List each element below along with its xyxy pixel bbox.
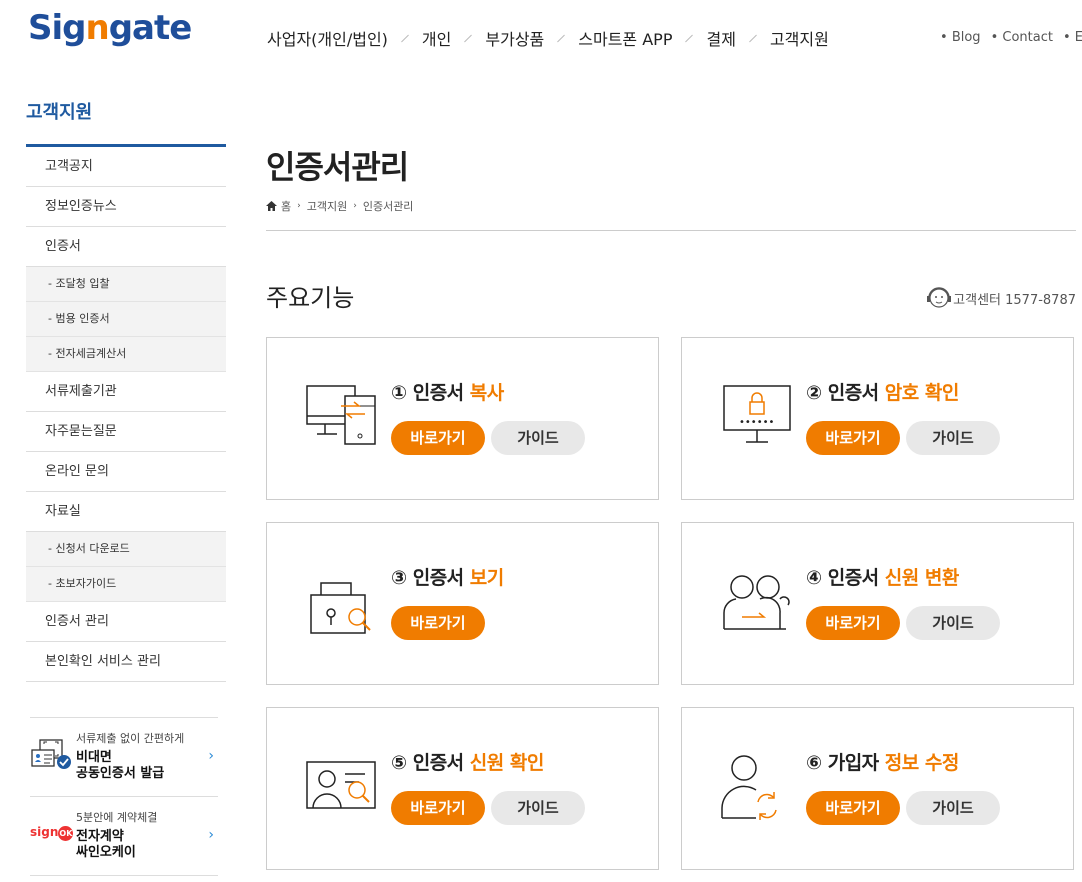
english-link[interactable]: Eng [1063,30,1082,45]
sign-ok-logo: signOK [30,825,74,841]
breadcrumb-support[interactable]: 고객지원 [307,198,347,214]
utility-links: Blog Contact Eng [940,30,1082,45]
contact-link[interactable]: Contact [991,30,1053,45]
feature-title: ① 인증서 복사 [391,382,504,404]
banner-online-cert[interactable]: 서류제출 없이 간편하게 비대면 공동인증서 발급 › [30,717,218,796]
sidebar-menu: 고객공지 정보인증뉴스 인증서 - 조달청 입찰 - 범용 인증서 - 전자세금계산서 서류… [26,144,226,682]
nav-payment[interactable]: 결제 [706,26,735,50]
sidebar-item[interactable]: - 신청서 다운로드 [26,532,226,567]
sidebar: 고객지원 고객공지 정보인증뉴스 인증서 - 조달청 입찰 - 범용 인증서 - 전자세금… [26,98,226,682]
svg-text:••••••: •••••• [739,417,774,428]
sidebar-item[interactable]: - 범용 인증서 [26,302,226,337]
feature-card: ① 인증서 복사바로가기 가이드 [266,337,659,500]
sidebar-item[interactable]: 고객공지 [26,147,226,187]
sidebar-item[interactable]: 온라인 문의 [26,452,226,492]
nav-business[interactable]: 사업자(개인/법인) [267,26,388,50]
nav-personal[interactable]: 개인 [422,26,451,50]
home-icon[interactable] [266,201,277,211]
feature-card: ④ 인증서 신원 변환바로가기 가이드 [681,522,1074,685]
banner-big-text: 전자계약 싸인오케이 [76,829,136,860]
sidebar-item[interactable]: 인증서 [26,227,226,267]
sidebar-item[interactable]: 인증서 관리 [26,602,226,642]
site-header: Signgate 사업자(개인/법인) 개인 부가상품 스마트폰 APP 결제 … [0,0,1082,80]
banner-small-text: 서류제출 없이 간편하게 [76,732,185,745]
go-button[interactable]: 바로가기 [391,606,485,640]
guide-button[interactable]: 가이드 [906,791,1000,825]
id-card-check-icon [31,739,71,769]
nav-smartphone-app[interactable]: 스마트폰 APP [578,26,672,50]
identity-transfer-icon [723,575,790,630]
user-refresh-icon [721,755,777,820]
chevron-right-icon: › [208,748,214,764]
nav-support[interactable]: 고객지원 [770,26,829,50]
go-button[interactable]: 바로가기 [391,421,485,455]
feature-title: ③ 인증서 보기 [391,567,504,589]
section-title: 주요기능 [266,284,355,312]
feature-title: ④ 인증서 신원 변환 [806,567,959,589]
chevron-right-icon: › [208,827,214,843]
signgate-logo[interactable]: Signgate [28,8,192,48]
feature-title: ② 인증서 암호 확인 [806,382,959,404]
go-button[interactable]: 바로가기 [806,421,900,455]
page-title: 인증서관리 [266,148,409,186]
feature-title: ⑥ 가입자 정보 수정 [806,752,959,774]
sidebar-item[interactable]: - 조달청 입찰 [26,267,226,302]
sidebar-item[interactable]: - 전자세금계산서 [26,337,226,372]
go-button[interactable]: 바로가기 [806,791,900,825]
sidebar-title: 고객지원 [26,102,93,123]
banner-big-text: 비대면 공동인증서 발급 [76,750,165,781]
guide-button[interactable]: 가이드 [906,606,1000,640]
feature-card: ⑥ 가입자 정보 수정바로가기 가이드 [681,707,1074,870]
sidebar-item[interactable]: 본인확인 서비스 관리 [26,642,226,682]
customer-center: 고객센터 1577-8787 [925,285,1076,311]
go-button[interactable]: 바로가기 [806,606,900,640]
sidebar-item[interactable]: - 초보자가이드 [26,567,226,602]
sidebar-item[interactable]: 자주묻는질문 [26,412,226,452]
global-nav: 사업자(개인/법인) 개인 부가상품 스마트폰 APP 결제 고객지원 [267,26,829,50]
banner-sign-ok[interactable]: signOK 5분안에 계약체결 전자계약 싸인오케이 › [30,796,218,876]
sidebar-item[interactable]: 서류제출기관 [26,372,226,412]
password-monitor-icon: •••••• [723,385,791,443]
id-card-search-icon [306,761,376,809]
lock-search-icon [310,582,371,634]
feature-title: ⑤ 인증서 신원 확인 [391,752,544,774]
breadcrumb-current: 인증서관리 [362,200,414,213]
headset-agent-icon [927,287,952,308]
feature-card: ③ 인증서 보기바로가기 [266,522,659,685]
guide-button[interactable]: 가이드 [491,791,585,825]
sidebar-item[interactable]: 자료실 [26,492,226,532]
guide-button[interactable]: 가이드 [491,421,585,455]
nav-addon[interactable]: 부가상품 [485,26,544,50]
breadcrumb-home[interactable]: 홈 [281,198,291,214]
sidebar-banners: 서류제출 없이 간편하게 비대면 공동인증서 발급 › signOK 5분안에 … [30,717,218,876]
feature-card: ⑤ 인증서 신원 확인바로가기 가이드 [266,707,659,870]
guide-button[interactable]: 가이드 [906,421,1000,455]
blog-link[interactable]: Blog [940,30,981,45]
banner-small-text: 5분안에 계약체결 [76,811,158,824]
go-button[interactable]: 바로가기 [391,791,485,825]
copy-icon [306,385,376,445]
customer-center-phone: 고객센터 1577-8787 [953,292,1076,308]
divider [266,230,1076,231]
sidebar-item[interactable]: 정보인증뉴스 [26,187,226,227]
feature-card: •••••• ② 인증서 암호 확인바로가기 가이드 [681,337,1074,500]
breadcrumb: 홈 › 고객지원 › 인증서관리 [266,198,413,214]
